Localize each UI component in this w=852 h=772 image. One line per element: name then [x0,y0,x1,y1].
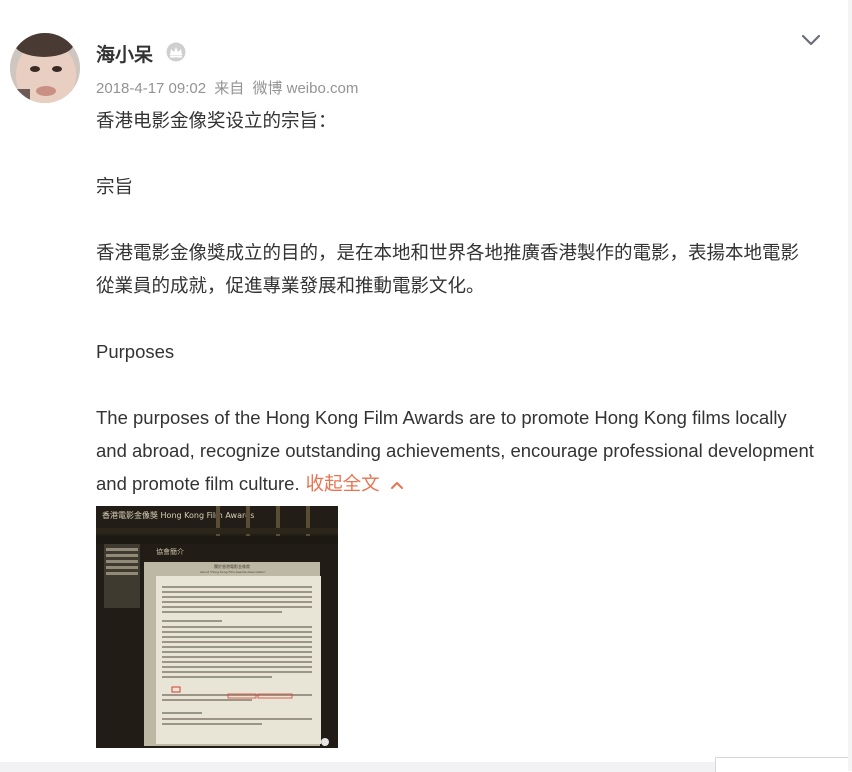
image-site-title: 香港電影金像獎 Hong Kong Film Awards [102,510,254,520]
post-source[interactable]: 微博 weibo.com [252,80,358,97]
scrollbar-track[interactable] [848,0,852,771]
crown-icon[interactable] [165,42,187,62]
image-heading-zh: 關於香港電影金像獎 [214,563,250,569]
paragraph-body-en-text: The purposes of the Hong Kong Film Award… [96,407,814,494]
post-meta: 2018-4-17 09:02 来自 微博 weibo.com [96,77,362,98]
chevron-up-icon[interactable] [390,480,404,490]
post-content: 香港电影金像奖设立的宗旨： 宗旨 香港電影金像獎成立的目的，是在本地和世界各地推… [96,104,816,500]
collapse-label[interactable]: 收起全文 [306,473,380,494]
chevron-down-icon[interactable] [798,28,824,52]
paragraph-body-zh: 香港電影金像獎成立的目的，是在本地和世界各地推廣香港製作的電影，表揚本地電影從業… [96,242,800,296]
post-timestamp[interactable]: 2018-4-17 09:02 [96,80,206,97]
paragraph-title: 香港电影金像奖设立的宗旨： [96,110,337,131]
weibo-post-card: 海小呆 2018-4-17 09:02 来自 微博 weibo.com 香港电影… [0,0,849,762]
avatar[interactable] [10,33,80,103]
paragraph-heading-en: Purposes [96,341,175,362]
username[interactable]: 海小呆 [96,40,153,67]
image-section-title: 協會簡介 [156,547,184,556]
paragraph-heading-zh: 宗旨 [96,176,134,197]
image-heading-en: About "Hong Kong Film Awards Association… [200,570,266,574]
collapse-button[interactable]: 收起全文 [306,473,404,494]
bottom-right-panel [715,757,852,772]
paragraph-body-en: The purposes of the Hong Kong Film Award… [96,401,816,500]
source-prefix: 来自 [214,80,245,97]
post-image[interactable]: 香港電影金像獎 Hong Kong Film Awards 協會簡介 關於香港電… [96,506,338,748]
